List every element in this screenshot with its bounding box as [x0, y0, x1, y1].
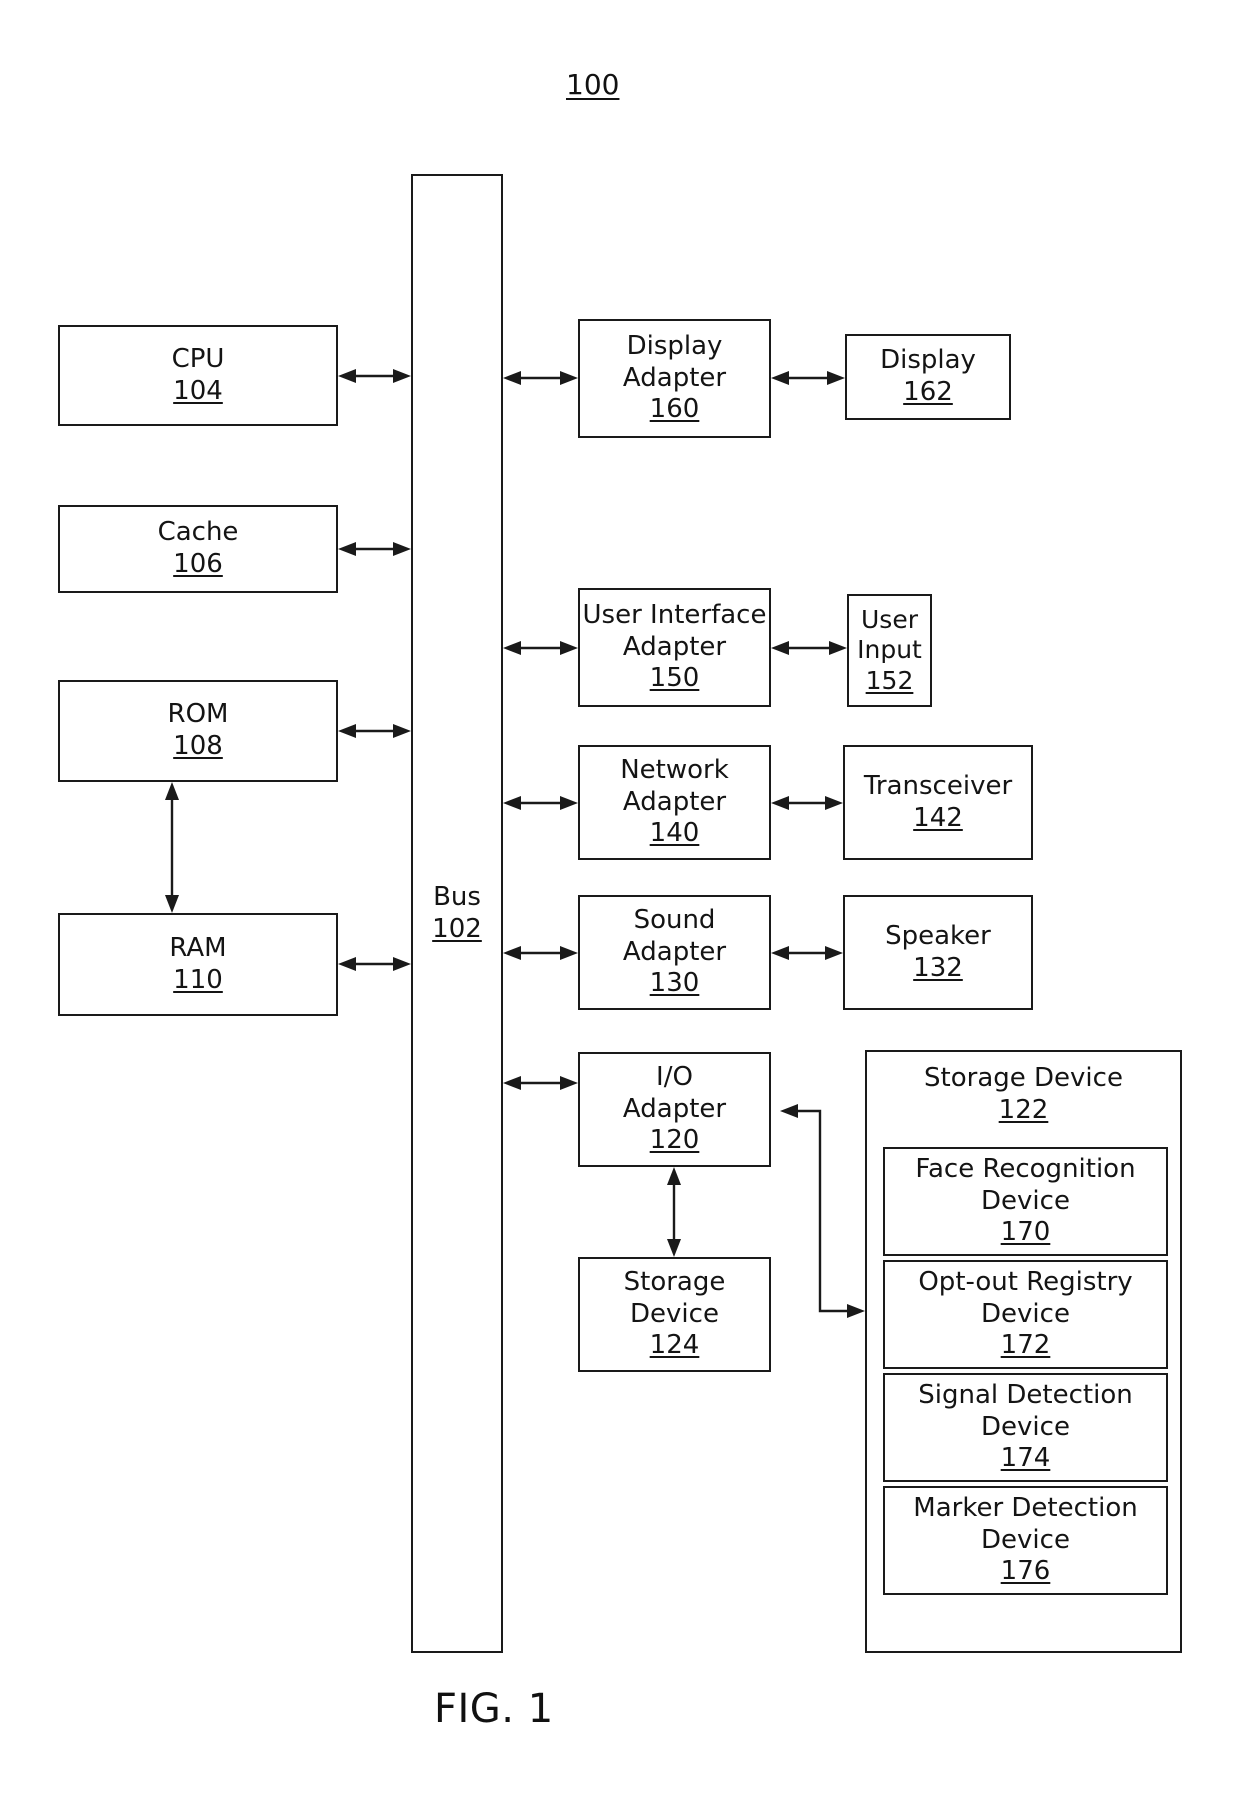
display-adapter-label: Display Adapter — [622, 330, 727, 393]
network-adapter-ref: 140 — [649, 818, 700, 849]
connector-bus-ui-adapter — [503, 641, 578, 655]
transceiver-label: Transceiver — [863, 770, 1013, 801]
speaker-ref: 132 — [913, 952, 963, 983]
marker-detection-device-ref: 176 — [1000, 1556, 1051, 1587]
storage-device-124-block: Storage Device 124 — [578, 1257, 771, 1372]
system-reference-number: 100 — [566, 68, 620, 101]
storage-device-122-label: Storage Device — [924, 1063, 1123, 1093]
display-ref: 162 — [903, 377, 953, 407]
opt-out-registry-device-label: Opt-out Registry Device — [918, 1266, 1133, 1329]
user-input-block: User Input 152 — [847, 594, 932, 707]
transceiver-ref: 142 — [913, 802, 963, 833]
io-adapter-label: I/O Adapter — [622, 1061, 727, 1124]
cpu-ref: 104 — [173, 375, 223, 406]
signal-detection-device-block: Signal Detection Device 174 — [883, 1373, 1168, 1482]
patent-figure-page: 100 Bus 102 CPU 104 Cache 106 ROM 108 RA… — [0, 0, 1240, 1801]
cache-block: Cache 106 — [58, 505, 338, 593]
connector-cpu-bus — [338, 369, 411, 383]
marker-detection-device-block: Marker Detection Device 176 — [883, 1486, 1168, 1595]
ram-label: RAM — [169, 932, 227, 963]
connector-sound-adapter-speaker — [771, 946, 843, 960]
rom-label: ROM — [167, 699, 229, 730]
speaker-label: Speaker — [885, 920, 991, 951]
bus-block: Bus 102 — [411, 174, 503, 1653]
bus-ref: 102 — [432, 913, 482, 944]
connector-display-adapter-display — [771, 371, 845, 385]
figure-caption: FIG. 1 — [434, 1686, 554, 1732]
connector-bus-display-adapter — [503, 371, 578, 385]
connector-bus-network-adapter — [503, 796, 578, 810]
marker-detection-device-label: Marker Detection Device — [913, 1492, 1138, 1555]
connector-cache-bus — [338, 542, 411, 556]
rom-block: ROM 108 — [58, 680, 338, 782]
cache-label: Cache — [157, 517, 239, 548]
speaker-block: Speaker 132 — [843, 895, 1033, 1010]
storage-device-124-ref: 124 — [649, 1330, 700, 1361]
signal-detection-device-ref: 174 — [1000, 1443, 1051, 1474]
opt-out-registry-device-ref: 172 — [1000, 1330, 1051, 1361]
rom-ref: 108 — [173, 731, 223, 761]
network-adapter-block: Network Adapter 140 — [578, 745, 771, 860]
user-input-ref: 152 — [865, 665, 914, 695]
bus-label: Bus — [433, 881, 481, 912]
sound-adapter-block: Sound Adapter 130 — [578, 895, 771, 1010]
signal-detection-device-label: Signal Detection Device — [918, 1379, 1133, 1442]
io-adapter-ref: 120 — [649, 1125, 700, 1156]
network-adapter-label: Network Adapter — [620, 754, 729, 817]
connector-storage-122-io-adapter — [780, 1104, 865, 1318]
face-recognition-device-block: Face Recognition Device 170 — [883, 1147, 1168, 1256]
connector-rom-ram — [165, 782, 179, 913]
display-block: Display 162 — [845, 334, 1011, 420]
connector-io-adapter-storage-124 — [667, 1167, 681, 1257]
user-interface-adapter-ref: 150 — [649, 663, 700, 694]
connector-rom-bus — [338, 724, 411, 738]
display-adapter-ref: 160 — [649, 394, 700, 425]
user-interface-adapter-label: User Interface Adapter — [582, 599, 767, 662]
display-label: Display — [880, 345, 976, 376]
transceiver-block: Transceiver 142 — [843, 745, 1033, 860]
connector-network-adapter-transceiver — [771, 796, 843, 810]
opt-out-registry-device-block: Opt-out Registry Device 172 — [883, 1260, 1168, 1369]
sound-adapter-label: Sound Adapter — [622, 904, 727, 967]
io-adapter-block: I/O Adapter 120 — [578, 1052, 771, 1167]
connector-ui-adapter-user-input — [771, 641, 847, 655]
storage-device-122-ref: 122 — [998, 1094, 1049, 1125]
cpu-block: CPU 104 — [58, 325, 338, 426]
user-interface-adapter-block: User Interface Adapter 150 — [578, 588, 771, 707]
ram-ref: 110 — [173, 964, 223, 995]
ram-block: RAM 110 — [58, 913, 338, 1016]
storage-device-124-label: Storage Device — [623, 1266, 726, 1329]
storage-device-122-header: Storage Device 122 — [867, 1063, 1180, 1126]
storage-device-122-group: Storage Device 122 Face Recognition Devi… — [865, 1050, 1182, 1653]
display-adapter-block: Display Adapter 160 — [578, 319, 771, 438]
connector-bus-io-adapter — [503, 1076, 578, 1090]
face-recognition-device-label: Face Recognition Device — [915, 1153, 1136, 1216]
connector-ram-bus — [338, 957, 411, 971]
face-recognition-device-ref: 170 — [1000, 1217, 1051, 1248]
cache-ref: 106 — [173, 549, 223, 579]
sound-adapter-ref: 130 — [649, 968, 700, 999]
connector-bus-sound-adapter — [503, 946, 578, 960]
user-input-label: User Input — [857, 604, 922, 665]
cpu-label: CPU — [171, 343, 225, 374]
